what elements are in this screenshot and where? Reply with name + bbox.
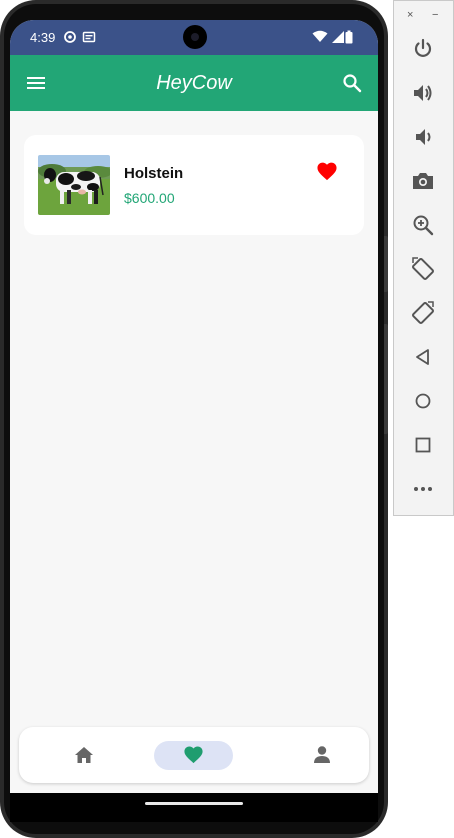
- heart-icon[interactable]: [316, 161, 338, 181]
- status-time: 4:39: [30, 30, 56, 45]
- gesture-handle[interactable]: [145, 802, 243, 805]
- nav-home[interactable]: [54, 727, 114, 783]
- rotate-right-icon[interactable]: [410, 300, 436, 326]
- minimize-icon[interactable]: −: [432, 9, 438, 21]
- holstein-cow-photo: [38, 155, 110, 215]
- phone-power-key: [384, 236, 388, 292]
- status-bar: 4:39: [10, 20, 378, 55]
- product-name: Holstein: [124, 165, 184, 182]
- favorites-content: Holstein $600.00: [10, 111, 378, 822]
- wifi-icon: [312, 30, 328, 44]
- battery-icon: [345, 30, 353, 44]
- volume-up-icon[interactable]: [410, 80, 436, 106]
- zoom-icon[interactable]: [410, 212, 436, 238]
- close-icon[interactable]: ×: [407, 9, 413, 21]
- nav-favorites[interactable]: [154, 727, 233, 783]
- more-icon[interactable]: [410, 476, 436, 502]
- person-icon: [313, 745, 331, 765]
- product-price: $600.00: [124, 190, 175, 206]
- volume-down-icon[interactable]: [410, 124, 436, 150]
- power-icon[interactable]: [410, 36, 436, 62]
- signal-indicator-icon: [63, 30, 77, 44]
- gesture-navigation-area: [10, 793, 378, 822]
- home-circle-icon[interactable]: [410, 388, 436, 414]
- phone-volume-key: [384, 324, 388, 434]
- device-screen: 4:39 HeyCow Holstein $600.00: [10, 20, 378, 822]
- front-camera: [183, 25, 207, 49]
- cellular-icon: [331, 30, 345, 44]
- search-icon[interactable]: [340, 71, 364, 95]
- app-title: HeyCow: [156, 72, 232, 94]
- bottom-navigation: [19, 727, 369, 783]
- nav-profile[interactable]: [292, 727, 352, 783]
- camera-icon[interactable]: [410, 168, 436, 194]
- home-icon: [73, 745, 95, 765]
- sim-card-icon: [82, 30, 96, 44]
- emulator-control-panel: × −: [393, 0, 454, 516]
- favorite-product-card[interactable]: Holstein $600.00: [24, 135, 364, 235]
- back-icon[interactable]: [410, 344, 436, 370]
- overview-icon[interactable]: [410, 432, 436, 458]
- heart-icon: [183, 745, 204, 764]
- rotate-left-icon[interactable]: [410, 256, 436, 282]
- app-bar: HeyCow: [10, 55, 378, 111]
- phone-frame: 4:39 HeyCow Holstein $600.00: [0, 0, 388, 838]
